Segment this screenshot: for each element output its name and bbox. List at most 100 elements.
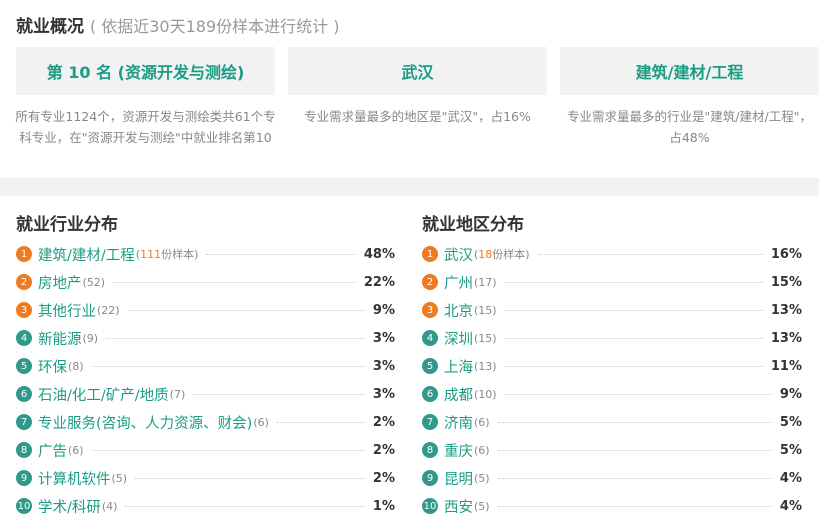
list-item[interactable]: 5 环保 (8) 3% [16, 353, 395, 379]
item-percent: 2% [372, 470, 395, 486]
rank-badge: 4 [16, 330, 32, 346]
section-divider [0, 178, 819, 196]
item-percent: 9% [372, 302, 395, 318]
list-item[interactable]: 9 昆明 (5) 4% [422, 465, 802, 491]
item-count: (4) [101, 499, 118, 513]
overview-title: 就业概况 ( 依据近30天189份样本进行统计 ) [16, 17, 340, 37]
top-industry-card: 建筑/建材/工程 [560, 47, 819, 95]
item-percent: 4% [779, 498, 802, 514]
item-name-link[interactable]: 重庆 [444, 440, 473, 461]
item-percent: 48% [363, 246, 395, 262]
list-item[interactable]: 4 新能源 (9) 3% [16, 325, 395, 351]
item-name-link[interactable]: 成都 [444, 384, 473, 405]
list-item[interactable]: 10 学术/科研 (4) 1% [16, 493, 395, 519]
dotted-leader [497, 421, 772, 423]
item-count: (5) [474, 499, 490, 513]
item-name-link[interactable]: 昆明 [444, 468, 473, 489]
item-name-link[interactable]: 北京 [444, 300, 473, 321]
item-name-link[interactable]: 广告 [38, 440, 67, 461]
item-name-link[interactable]: 上海 [444, 356, 473, 377]
item-percent: 3% [372, 386, 395, 402]
item-count: (111份样本) [135, 248, 199, 261]
rank-badge: 8 [16, 442, 32, 458]
sample-count: 18 [478, 248, 493, 261]
item-name-link[interactable]: 环保 [38, 356, 67, 377]
list-item[interactable]: 5 上海 (13) 11% [422, 353, 802, 379]
list-item[interactable]: 9 计算机软件 (5) 2% [16, 465, 395, 491]
rank-badge: 1 [422, 246, 438, 262]
rank-badge: 10 [422, 498, 438, 514]
item-name-link[interactable]: 学术/科研 [38, 496, 101, 517]
sample-count: 111 [140, 248, 162, 261]
dotted-leader [91, 365, 365, 367]
item-count: (6) [68, 443, 84, 457]
item-count: (13) [474, 359, 497, 373]
rank-badge: 6 [16, 386, 32, 402]
rank-badge: 2 [422, 274, 438, 290]
list-item[interactable]: 6 石油/化工/矿产/地质 (7) 3% [16, 381, 395, 407]
rank-badge: 7 [422, 414, 438, 430]
item-percent: 11% [770, 358, 802, 374]
item-name-link[interactable]: 西安 [444, 496, 473, 517]
item-name-link[interactable]: 深圳 [444, 328, 473, 349]
ranking-card: 第 10 名 (资源开发与测绘) [16, 47, 275, 95]
sample-suffix: 份样本 [492, 248, 526, 261]
item-percent: 13% [770, 302, 802, 318]
item-name-link[interactable]: 计算机软件 [38, 468, 111, 489]
item-name-link[interactable]: 其他行业 [38, 300, 96, 321]
item-percent: 3% [372, 330, 395, 346]
dotted-leader [113, 281, 356, 283]
item-count: (15) [474, 303, 497, 317]
item-percent: 16% [770, 246, 802, 262]
dotted-leader [504, 337, 763, 339]
dotted-leader [127, 309, 365, 311]
list-item[interactable]: 1 武汉 (18份样本) 16% [422, 241, 802, 267]
item-name-link[interactable]: 专业服务(咨询、人力资源、财会) [38, 412, 252, 433]
list-item[interactable]: 3 其他行业 (22) 9% [16, 297, 395, 323]
rank-badge: 5 [422, 358, 438, 374]
item-percent: 1% [372, 498, 395, 514]
item-name-link[interactable]: 济南 [444, 412, 473, 433]
item-percent: 5% [779, 414, 802, 430]
list-item[interactable]: 2 房地产 (52) 22% [16, 269, 395, 295]
list-item[interactable]: 8 广告 (6) 2% [16, 437, 395, 463]
item-percent: 13% [770, 330, 802, 346]
item-count: (7) [169, 387, 186, 401]
item-name-link[interactable]: 房地产 [38, 272, 82, 293]
item-count: (52) [82, 275, 106, 289]
list-item[interactable]: 7 专业服务(咨询、人力资源、财会) (6) 2% [16, 409, 395, 435]
item-count: (15) [474, 331, 497, 345]
item-name-link[interactable]: 建筑/建材/工程 [38, 244, 135, 265]
item-percent: 22% [363, 274, 395, 290]
item-count: (5) [474, 471, 490, 485]
rank-badge: 9 [16, 470, 32, 486]
item-percent: 2% [372, 442, 395, 458]
rank-badge: 5 [16, 358, 32, 374]
dotted-leader [193, 393, 365, 395]
item-name-link[interactable]: 广州 [444, 272, 473, 293]
list-item[interactable]: 2 广州 (17) 15% [422, 269, 802, 295]
item-name-link[interactable]: 石油/化工/矿产/地质 [38, 384, 169, 405]
rank-badge: 6 [422, 386, 438, 402]
list-item[interactable]: 10 西安 (5) 4% [422, 493, 802, 519]
list-item[interactable]: 4 深圳 (15) 13% [422, 325, 802, 351]
dotted-leader [135, 477, 365, 479]
item-count: (6) [253, 415, 269, 429]
list-item[interactable]: 6 成都 (10) 9% [422, 381, 802, 407]
item-name-link[interactable]: 武汉 [444, 244, 473, 265]
list-item[interactable]: 1 建筑/建材/工程 (111份样本) 48% [16, 241, 395, 267]
list-item[interactable]: 3 北京 (15) 13% [422, 297, 802, 323]
item-count: (6) [474, 415, 490, 429]
item-name-link[interactable]: 新能源 [38, 328, 82, 349]
list-item[interactable]: 7 济南 (6) 5% [422, 409, 802, 435]
rank-badge: 3 [16, 302, 32, 318]
item-count: (8) [68, 359, 84, 373]
item-percent: 2% [372, 414, 395, 430]
item-percent: 9% [779, 386, 802, 402]
list-item[interactable]: 8 重庆 (6) 5% [422, 437, 802, 463]
rank-badge: 7 [16, 414, 32, 430]
rank-badge: 3 [422, 302, 438, 318]
dotted-leader [504, 309, 763, 311]
top-industry-card-desc: 专业需求量最多的行业是"建筑/建材/工程"，占48% [567, 109, 812, 145]
item-percent: 5% [779, 442, 802, 458]
